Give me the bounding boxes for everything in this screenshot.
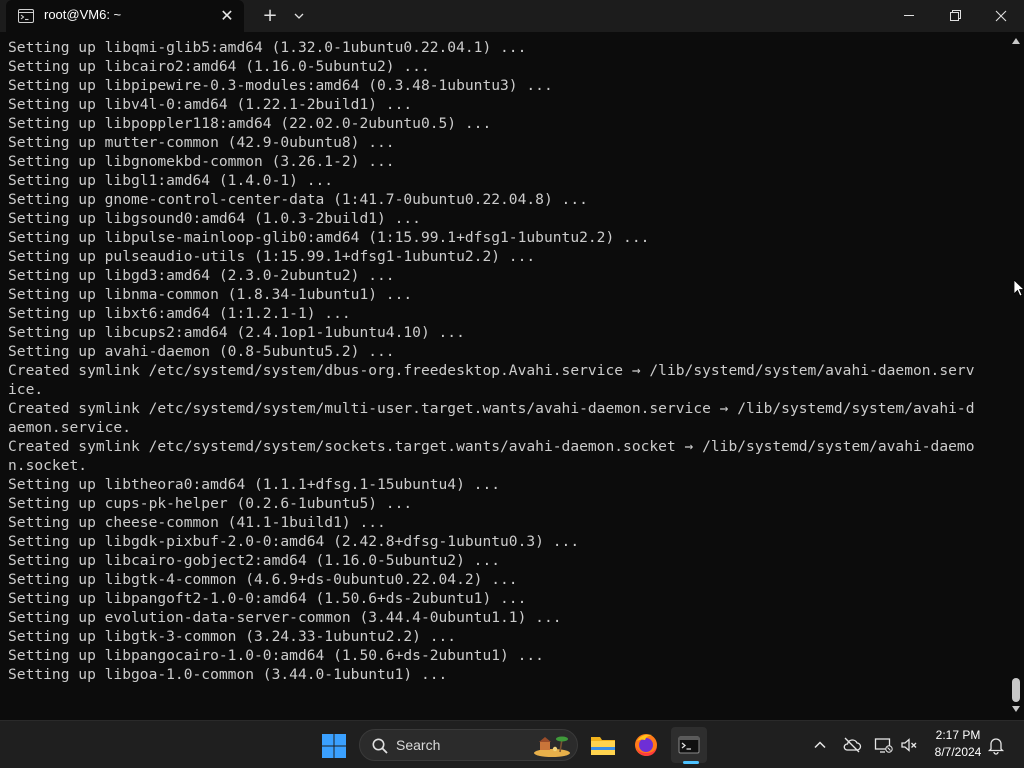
scroll-thumb[interactable] <box>1012 678 1020 702</box>
onedrive-offline-icon[interactable] <box>842 735 862 755</box>
terminal-line: Setting up libv4l-0:amd64 (1.22.1-2build… <box>8 96 413 113</box>
tab-title: root@VM6: ~ <box>44 7 122 22</box>
terminal-icon[interactable] <box>671 727 707 763</box>
terminal-line: Setting up libcairo2:amd64 (1.16.0-5ubun… <box>8 58 430 75</box>
search-icon <box>372 738 388 754</box>
restore-button[interactable] <box>932 0 978 32</box>
notification-bell-icon[interactable] <box>986 735 1006 755</box>
close-tab-button[interactable]: ✕ <box>218 7 236 25</box>
taskbar: Search 2:17 PM 8/7/2024 <box>0 720 1024 768</box>
terminal-line: Setting up libgdk-pixbuf-2.0-0:amd64 (2.… <box>8 533 580 550</box>
terminal-line: Setting up mutter-common (42.9-0ubuntu8)… <box>8 134 395 151</box>
terminal-line: Setting up evolution-data-server-common … <box>8 609 562 626</box>
terminal-line: Setting up libgd3:amd64 (2.3.0-2ubuntu2)… <box>8 267 395 284</box>
terminal-line: Setting up cups-pk-helper (0.2.6-1ubuntu… <box>8 495 413 512</box>
terminal-line: Setting up libtheora0:amd64 (1.1.1+dfsg.… <box>8 476 501 493</box>
terminal-line: Setting up libpangoft2-1.0-0:amd64 (1.50… <box>8 590 527 607</box>
clock-time[interactable]: 2:17 PM <box>926 728 990 742</box>
terminal-line: Setting up avahi-daemon (0.8-5ubuntu5.2)… <box>8 343 395 360</box>
terminal-line: aemon.service. <box>8 419 132 436</box>
chevron-down-icon[interactable] <box>288 5 310 27</box>
vertical-scrollbar[interactable] <box>1008 32 1024 720</box>
terminal-output[interactable]: Setting up libqmi-glib5:amd64 (1.32.0-1u… <box>8 38 1004 718</box>
terminal-line: Setting up libxt6:amd64 (1:1.2.1-1) ... <box>8 305 351 322</box>
mouse-cursor-icon <box>1014 280 1024 297</box>
terminal-line: Setting up libpoppler118:amd64 (22.02.0-… <box>8 115 492 132</box>
terminal-line: Setting up libgl1:amd64 (1.4.0-1) ... <box>8 172 334 189</box>
terminal-line: Setting up libpipewire-0.3-modules:amd64… <box>8 77 553 94</box>
terminal-line: Setting up libgtk-3-common (3.24.33-1ubu… <box>8 628 457 645</box>
terminal-line: Setting up libpangocairo-1.0-0:amd64 (1.… <box>8 647 544 664</box>
terminal-line: ice. <box>8 381 44 398</box>
terminal-line: Setting up libgtk-4-common (4.6.9+ds-0ub… <box>8 571 518 588</box>
close-window-button[interactable] <box>978 0 1024 32</box>
volume-muted-icon[interactable] <box>899 735 919 755</box>
title-bar[interactable]: root@VM6: ~ ✕ + <box>0 0 1024 32</box>
terminal-line: Setting up gnome-control-center-data (1:… <box>8 191 588 208</box>
terminal-line: n.socket. <box>8 457 88 474</box>
windows-start-icon[interactable] <box>320 732 348 760</box>
terminal-line: Setting up libpulse-mainloop-glib0:amd64… <box>8 229 650 246</box>
network-icon[interactable] <box>873 735 893 755</box>
terminal-line: Setting up libgnomekbd-common (3.26.1-2)… <box>8 153 395 170</box>
terminal-tab-icon <box>18 9 34 23</box>
terminal-line: Setting up libcairo-gobject2:amd64 (1.16… <box>8 552 501 569</box>
search-label: Search <box>396 737 441 753</box>
terminal-line: Setting up libgoa-1.0-common (3.44.0-1ub… <box>8 666 448 683</box>
minimize-button[interactable] <box>886 0 932 32</box>
search-highlight-icon <box>534 736 570 757</box>
terminal-line: Setting up libqmi-glib5:amd64 (1.32.0-1u… <box>8 39 527 56</box>
clock-date[interactable]: 8/7/2024 <box>926 745 990 759</box>
scroll-down-icon[interactable] <box>1011 704 1021 714</box>
tab-root-vm6[interactable]: root@VM6: ~ ✕ <box>6 0 244 32</box>
chevron-up-icon[interactable] <box>810 735 830 755</box>
new-tab-button[interactable]: + <box>259 5 281 27</box>
taskbar-search-box[interactable]: Search <box>359 729 578 761</box>
terminal-line: Setting up libcups2:amd64 (2.4.1op1-1ubu… <box>8 324 465 341</box>
active-app-indicator <box>683 761 699 764</box>
terminal-line: Setting up libgsound0:amd64 (1.0.3-2buil… <box>8 210 421 227</box>
terminal-line: Setting up pulseaudio-utils (1:15.99.1+d… <box>8 248 536 265</box>
file-explorer-icon[interactable] <box>585 727 621 763</box>
terminal-line: Created symlink /etc/systemd/system/sock… <box>8 438 975 455</box>
terminal-window: root@VM6: ~ ✕ + Setting up libqmi-glib5:… <box>0 0 1024 720</box>
terminal-line: Setting up libnma-common (1.8.34-1ubuntu… <box>8 286 413 303</box>
terminal-line: Created symlink /etc/systemd/system/mult… <box>8 400 975 417</box>
scroll-up-icon[interactable] <box>1011 36 1021 46</box>
terminal-line: Created symlink /etc/systemd/system/dbus… <box>8 362 975 379</box>
terminal-line: Setting up cheese-common (41.1-1build1) … <box>8 514 386 531</box>
firefox-icon[interactable] <box>628 727 664 763</box>
